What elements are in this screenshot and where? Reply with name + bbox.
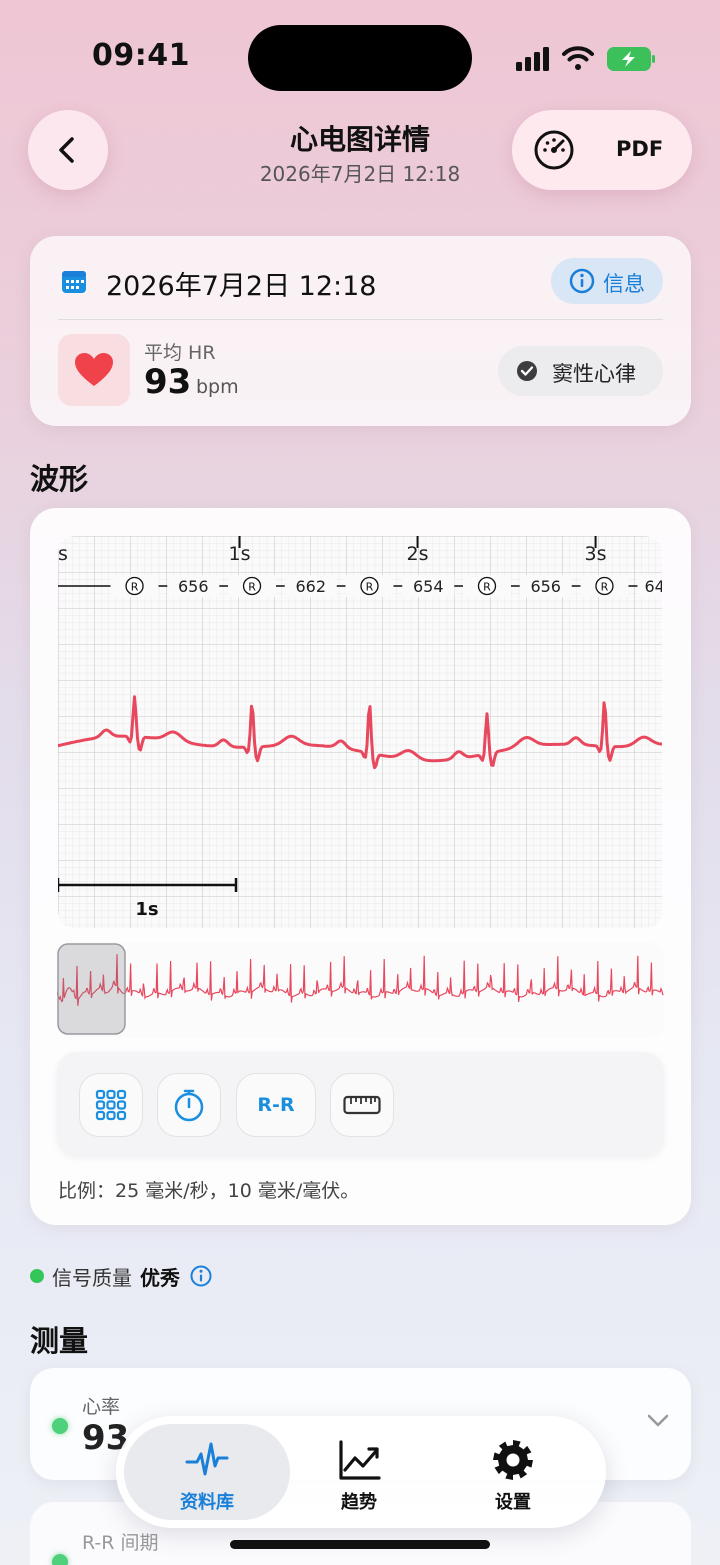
info-circle-icon [569,268,595,294]
status-icons [516,46,655,71]
tab-bar: 资料库 趋势 设置 [116,1416,606,1528]
rr-interval-value: 656 [178,577,209,596]
rr-interval-value: 656 [530,577,561,596]
avg-hr-label: 平均 HR [144,342,216,364]
dynamic-island [248,25,472,91]
overview-strip[interactable] [57,942,664,1038]
battery-charging-icon [607,47,655,71]
measurement-status-dot [52,1418,68,1434]
rhythm-badge[interactable]: 窦性心律 [498,346,663,396]
quality-value: 优秀 [140,1265,180,1290]
recording-date: 2026年7月2日 12:18 [106,271,377,302]
chevron-down-icon [647,1414,669,1427]
pdf-export-button[interactable]: PDF [616,137,663,161]
cellular-signal-icon [516,47,549,71]
rr-interval-value: 64 [644,577,662,596]
tab-label: 资料库 [180,1492,234,1513]
grid-icon [95,1089,127,1121]
quality-status-dot [30,1269,44,1283]
rr-interval-value: 662 [295,577,326,596]
r-peak-marker: R [345,575,394,597]
summary-card: 2026年7月2日 12:18 信息 平均 HR 93 bpm 窦性心律 [30,236,691,426]
home-indicator [230,1540,490,1549]
info-button[interactable]: 信息 [551,258,663,304]
stopwatch-icon [174,1089,204,1122]
checkmark-circle-icon [517,361,537,381]
tab-label: 设置 [495,1492,531,1513]
r-peak-marker: R [580,575,629,597]
svg-text:R: R [601,581,609,594]
tab-settings[interactable]: 设置 [438,1416,588,1528]
ecg-chart[interactable]: s 1s 2s 3sR 656 R 662 R 654 R 656 R 64 1s [58,536,662,928]
heart-badge [58,334,130,406]
measurement-label: 心率 [82,1396,121,1418]
quality-info-icon[interactable] [190,1265,212,1287]
measurement-status-dot [52,1554,68,1565]
gear-icon [493,1440,533,1480]
tab-library[interactable]: 资料库 [132,1416,282,1528]
tab-label: 趋势 [341,1492,377,1513]
waveform-section-title: 波形 [30,462,89,496]
scale-note: 比例：25 毫米/秒，10 毫米/毫伏。 [58,1180,360,1202]
status-time: 09:41 [92,38,190,73]
ruler-icon [343,1095,381,1115]
info-button-label: 信息 [603,272,645,296]
svg-text:R: R [483,581,491,594]
measurements-section-title: 测量 [30,1324,89,1358]
rr-interval-value: 654 [413,577,444,596]
trend-chart-icon [339,1440,381,1480]
grid-toggle-button[interactable] [79,1073,143,1137]
rr-button-label: R-R [257,1094,295,1116]
wifi-icon [562,46,594,70]
r-peak-marker: R [462,575,511,597]
waveform-card: s 1s 2s 3s R 656 R 662 R 654 R 656 R 64 1s [30,508,691,1225]
timer-button[interactable] [157,1073,221,1137]
r-peak-marker: R [228,575,277,597]
ruler-button[interactable] [330,1073,394,1137]
signal-quality: 信号质量 优秀 [30,1262,212,1290]
overview-window-handle [57,943,126,1035]
measurement-label: R-R 间期 [82,1532,159,1554]
rhythm-label: 窦性心律 [552,362,636,386]
back-button[interactable] [28,110,108,190]
quality-label: 信号质量 [52,1265,132,1290]
avg-hr-value: 93 [144,362,192,402]
heart-icon [75,353,113,386]
svg-text:R: R [248,581,256,594]
calendar-icon [62,271,86,293]
svg-text:R: R [366,581,374,594]
speed-gauge-button[interactable] [532,128,576,172]
tab-trends[interactable]: 趋势 [284,1416,434,1528]
scale-bar-label: 1s [135,899,158,920]
time-axis-label: s [58,543,68,565]
r-peak-marker: R [110,575,159,597]
avg-hr-unit: bpm [196,376,239,398]
chevron-left-icon [59,137,74,163]
tool-panel: R-R [57,1052,664,1156]
svg-text:R: R [131,581,139,594]
header-actions: PDF [512,110,692,190]
page-title: 心电图详情 [289,123,430,156]
waveform-icon [185,1442,229,1476]
page-subtitle: 2026年7月2日 12:18 [259,162,461,186]
divider [58,319,663,320]
rr-interval-button[interactable]: R-R [236,1073,316,1137]
